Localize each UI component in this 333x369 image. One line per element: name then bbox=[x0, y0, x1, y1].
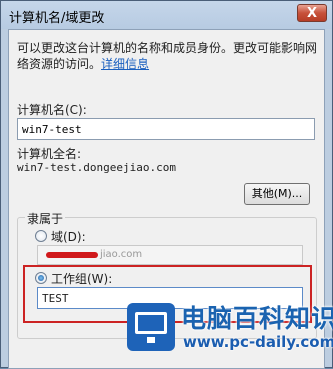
title-bar[interactable]: 计算机名/域更改 X bbox=[1, 1, 332, 29]
watermark-url: www.pc-daily.com bbox=[183, 333, 333, 351]
dialog-window: 计算机名/域更改 X 可以更改这台计算机的名称和成员身份。更改可能影响网络资源的… bbox=[0, 0, 333, 369]
description-text: 可以更改这台计算机的名称和成员身份。更改可能影响网络资源的访问。 bbox=[17, 41, 318, 71]
close-button[interactable]: X bbox=[297, 4, 327, 22]
more-button[interactable]: 其他(M)... bbox=[244, 183, 310, 205]
details-link[interactable]: 详细信息 bbox=[101, 57, 149, 71]
domain-radio[interactable] bbox=[35, 230, 47, 242]
full-name-label: 计算机全名: bbox=[17, 147, 82, 161]
workgroup-label: 工作组(W): bbox=[51, 272, 113, 286]
full-name-value: win7-test.dongeejiao.com bbox=[17, 161, 176, 174]
domain-input[interactable]: jiao.com bbox=[37, 245, 303, 265]
member-of-legend: 隶属于 bbox=[25, 210, 66, 227]
watermark-title: 电脑百科知识 bbox=[181, 304, 333, 333]
monitor-icon bbox=[127, 303, 175, 351]
redaction-mark bbox=[46, 252, 98, 258]
computer-name-label: 计算机名(C): bbox=[17, 103, 87, 117]
domain-label: 域(D): bbox=[51, 230, 86, 244]
computer-name-input[interactable]: win7-test bbox=[17, 118, 315, 140]
description: 可以更改这台计算机的名称和成员身份。更改可能影响网络资源的访问。详细信息 bbox=[17, 40, 319, 72]
window-title: 计算机名/域更改 bbox=[9, 11, 105, 26]
watermark-logo: 电脑百科知识 www.pc-daily.com bbox=[127, 297, 333, 363]
domain-value: jiao.com bbox=[100, 249, 143, 260]
workgroup-radio[interactable] bbox=[35, 272, 47, 284]
